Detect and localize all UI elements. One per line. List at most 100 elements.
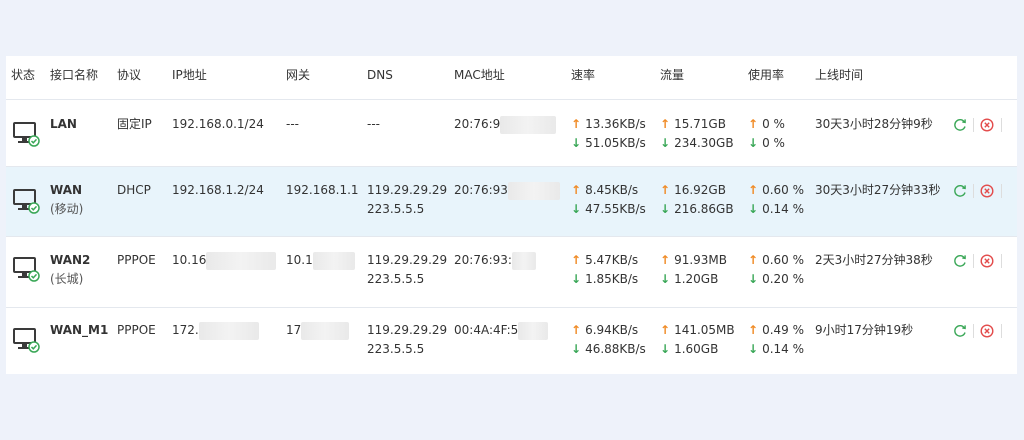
check-circle-icon <box>28 270 40 282</box>
interface-name: WAN2 <box>50 253 91 267</box>
usage-download-value: 0 % <box>762 136 785 150</box>
table-row-wan-m1[interactable]: WAN_M1 PPPOE 172. 17 119.29.29.29 223.5.… <box>6 308 1017 374</box>
down-arrow-icon: ↓ <box>748 202 759 216</box>
traffic-download: ↓ 216.86GB <box>660 200 734 219</box>
ip-address-text: 172. <box>172 323 199 337</box>
usage-upload-value: 0.60 % <box>762 183 804 197</box>
up-arrow-icon: ↑ <box>660 323 671 337</box>
interface-name: LAN <box>50 117 77 131</box>
traffic-download-value: 1.60GB <box>674 342 719 356</box>
refresh-icon[interactable] <box>953 118 967 132</box>
traffic-download-value: 216.86GB <box>674 202 734 216</box>
mac-address-text: 00:4A:4F:5 <box>454 323 519 337</box>
uptime: 30天3小时28分钟9秒 <box>815 117 933 131</box>
up-arrow-icon: ↑ <box>660 117 671 131</box>
monitor-icon <box>13 189 40 214</box>
down-arrow-icon: ↓ <box>660 136 671 150</box>
interface-name: WAN_M1 <box>50 323 109 337</box>
down-arrow-icon: ↓ <box>660 202 671 216</box>
monitor-icon <box>13 122 40 147</box>
action-divider <box>1001 184 1002 198</box>
usage-download: ↓ 0.14 % <box>748 340 804 359</box>
redaction-block <box>518 321 549 340</box>
rate-upload: ↑ 8.45KB/s <box>571 181 638 200</box>
rate-download-value: 46.88KB/s <box>585 342 646 356</box>
rate-upload-value: 8.45KB/s <box>585 183 639 197</box>
redaction-block <box>198 321 259 340</box>
dns-primary: 119.29.29.29 <box>367 253 448 267</box>
down-arrow-icon: ↓ <box>571 202 582 216</box>
rate-upload-value: 6.94KB/s <box>585 323 639 337</box>
up-arrow-icon: ↑ <box>748 183 759 197</box>
close-circle-icon[interactable] <box>980 184 994 198</box>
traffic-download: ↓ 1.20GB <box>660 270 718 289</box>
rate-download: ↓ 1.85KB/s <box>571 270 638 289</box>
traffic-download: ↓ 234.30GB <box>660 134 734 153</box>
up-arrow-icon: ↑ <box>660 253 671 267</box>
check-circle-icon <box>28 135 40 147</box>
interface-name: WAN <box>50 183 83 197</box>
table-row-lan[interactable]: LAN 固定IP 192.168.0.1/24 --- --- 20:76:9 … <box>6 100 1017 167</box>
down-arrow-icon: ↓ <box>660 272 671 286</box>
redaction-block <box>500 115 557 134</box>
protocol: DHCP <box>117 183 151 197</box>
refresh-icon[interactable] <box>953 184 967 198</box>
action-divider <box>973 118 974 132</box>
dns-secondary: 223.5.5.5 <box>367 272 425 286</box>
header-protocol: 协议 <box>117 68 142 82</box>
check-circle-icon <box>28 202 40 214</box>
table-row-wan[interactable]: WAN (移动) DHCP 192.168.1.2/24 192.168.1.1… <box>6 167 1017 237</box>
traffic-upload-value: 15.71GB <box>674 117 726 131</box>
check-circle-icon <box>28 341 40 353</box>
traffic-upload: ↑ 91.93MB <box>660 251 727 270</box>
usage-download: ↓ 0.20 % <box>748 270 804 289</box>
down-arrow-icon: ↓ <box>571 136 582 150</box>
gateway: 192.168.1.1 <box>286 183 359 197</box>
action-divider <box>973 254 974 268</box>
close-circle-icon[interactable] <box>980 118 994 132</box>
rate-download: ↓ 47.55KB/s <box>571 200 646 219</box>
usage-upload: ↑ 0 % <box>748 115 785 134</box>
traffic-upload: ↑ 141.05MB <box>660 321 735 340</box>
mac-address: 00:4A:4F:5 <box>454 321 549 340</box>
up-arrow-icon: ↑ <box>748 323 759 337</box>
refresh-icon[interactable] <box>953 254 967 268</box>
interface-isp: (移动) <box>50 202 84 216</box>
rate-upload-value: 5.47KB/s <box>585 253 639 267</box>
close-circle-icon[interactable] <box>980 324 994 338</box>
mac-address-text: 20:76:9 <box>454 117 501 131</box>
up-arrow-icon: ↑ <box>571 253 582 267</box>
ip-address: 172. <box>172 321 259 340</box>
ip-address: 192.168.1.2/24 <box>172 183 264 197</box>
refresh-icon[interactable] <box>953 324 967 338</box>
rate-download-value: 47.55KB/s <box>585 202 646 216</box>
traffic-upload-value: 16.92GB <box>674 183 726 197</box>
header-rate: 速率 <box>571 68 596 82</box>
header-ip-address: IP地址 <box>172 68 207 82</box>
interface-isp: (长城) <box>50 272 84 286</box>
action-divider <box>1001 324 1002 338</box>
rate-upload: ↑ 13.36KB/s <box>571 115 646 134</box>
down-arrow-icon: ↓ <box>571 272 582 286</box>
traffic-upload-value: 141.05MB <box>674 323 735 337</box>
usage-upload-value: 0.60 % <box>762 253 804 267</box>
redaction-block <box>511 251 536 270</box>
mac-address: 20:76:93 <box>454 181 560 200</box>
interface-status-table: 状态 接口名称 协议 IP地址 网关 DNS MAC地址 速率 流量 使用率 上… <box>6 56 1017 374</box>
table-row-wan2[interactable]: WAN2 (长城) PPPOE 10.16 10.1 119.29.29.29 … <box>6 237 1017 308</box>
header-interface-name: 接口名称 <box>50 68 99 82</box>
redaction-block <box>206 251 277 270</box>
dns-primary: 119.29.29.29 <box>367 183 448 197</box>
usage-download-value: 0.20 % <box>762 272 804 286</box>
usage-upload: ↑ 0.60 % <box>748 251 804 270</box>
rate-upload: ↑ 6.94KB/s <box>571 321 638 340</box>
dns-primary: 119.29.29.29 <box>367 323 448 337</box>
traffic-download-value: 234.30GB <box>674 136 734 150</box>
close-circle-icon[interactable] <box>980 254 994 268</box>
redaction-block <box>301 321 350 340</box>
dns-primary: --- <box>367 117 380 131</box>
ip-address-text: 10.16 <box>172 253 207 267</box>
usage-upload-value: 0 % <box>762 117 785 131</box>
down-arrow-icon: ↓ <box>748 136 759 150</box>
traffic-download: ↓ 1.60GB <box>660 340 718 359</box>
